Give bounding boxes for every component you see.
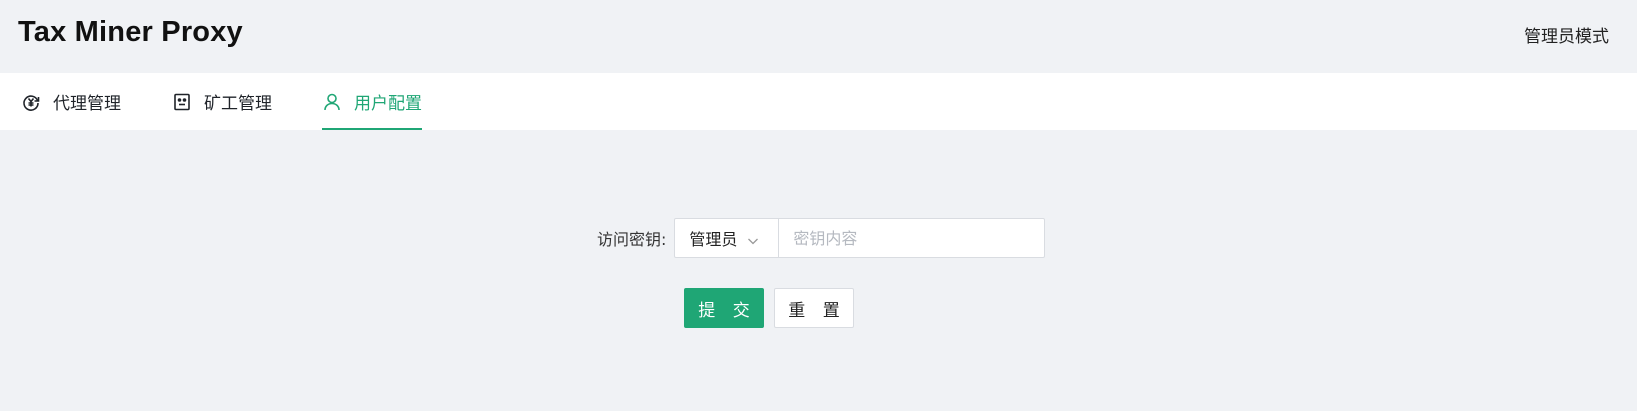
access-key-label: 访问密钥: — [597, 230, 667, 249]
tab-user-config[interactable]: 用户配置 — [322, 73, 422, 130]
tab-label: 用户配置 — [354, 94, 422, 114]
role-select[interactable]: 管理员 — [675, 219, 780, 257]
access-key-row: 访问密钥: 管理员 — [597, 218, 1046, 258]
access-key-input-group: 管理员 — [674, 218, 1046, 258]
tab-bar: 代理管理 矿工管理 用户配置 — [0, 73, 1637, 130]
tab-miner-management[interactable]: 矿工管理 — [172, 73, 272, 130]
admin-mode-link[interactable]: 管理员模式 — [1524, 22, 1609, 47]
miner-icon — [172, 92, 192, 112]
submit-button[interactable]: 提 交 — [684, 288, 764, 328]
app-title: Tax Miner Proxy — [18, 16, 243, 48]
user-icon — [322, 92, 342, 112]
tab-label: 代理管理 — [53, 94, 121, 114]
tab-label: 矿工管理 — [204, 94, 272, 114]
tab-proxy-management[interactable]: 代理管理 — [21, 73, 121, 130]
app-header: Tax Miner Proxy 管理员模式 — [0, 0, 1637, 73]
key-content-input[interactable] — [779, 219, 1045, 257]
proxy-icon — [21, 92, 41, 112]
role-select-value: 管理员 — [689, 230, 738, 249]
reset-button[interactable]: 重 置 — [774, 288, 854, 328]
chevron-down-icon — [747, 232, 759, 245]
